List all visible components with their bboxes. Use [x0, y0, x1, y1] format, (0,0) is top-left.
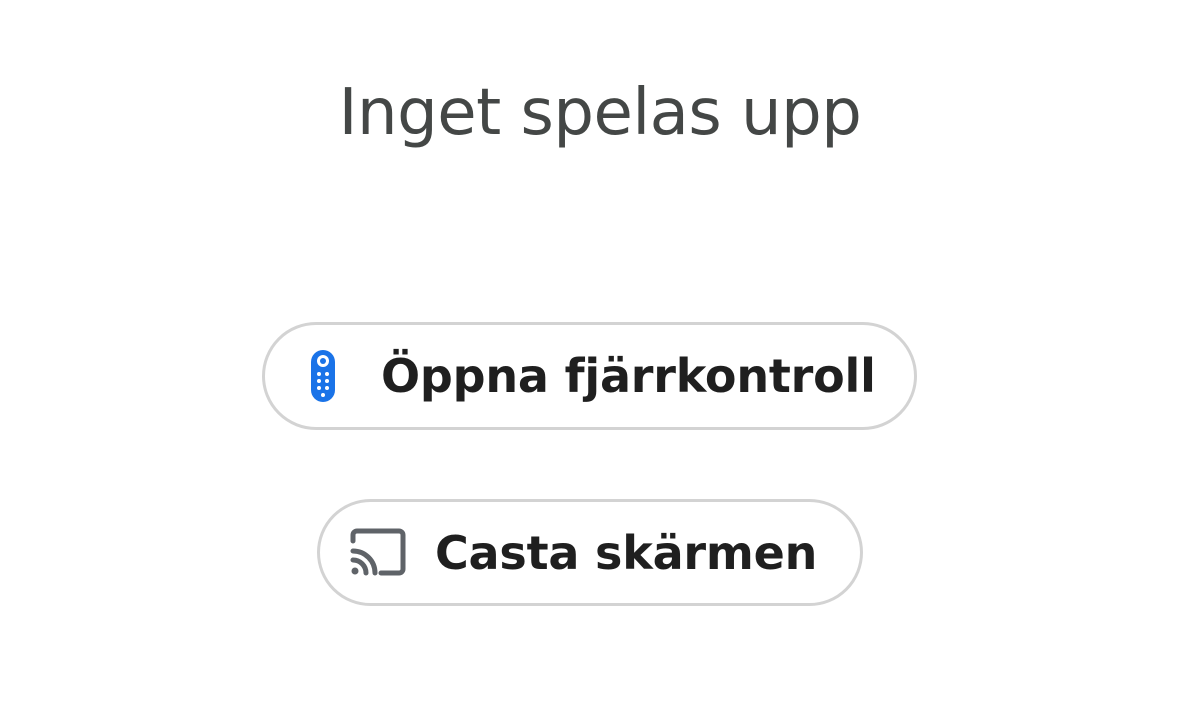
nothing-playing-title: Inget spelas upp	[338, 76, 862, 150]
cast-screen-button[interactable]: Casta skärmen	[317, 499, 863, 606]
open-remote-label: Öppna fjärrkontroll	[381, 349, 876, 403]
open-remote-button[interactable]: Öppna fjärrkontroll	[262, 322, 917, 430]
remote-control-icon	[309, 348, 337, 404]
cast-screen-label: Casta skärmen	[435, 525, 818, 580]
cast-screen-icon	[347, 527, 407, 579]
